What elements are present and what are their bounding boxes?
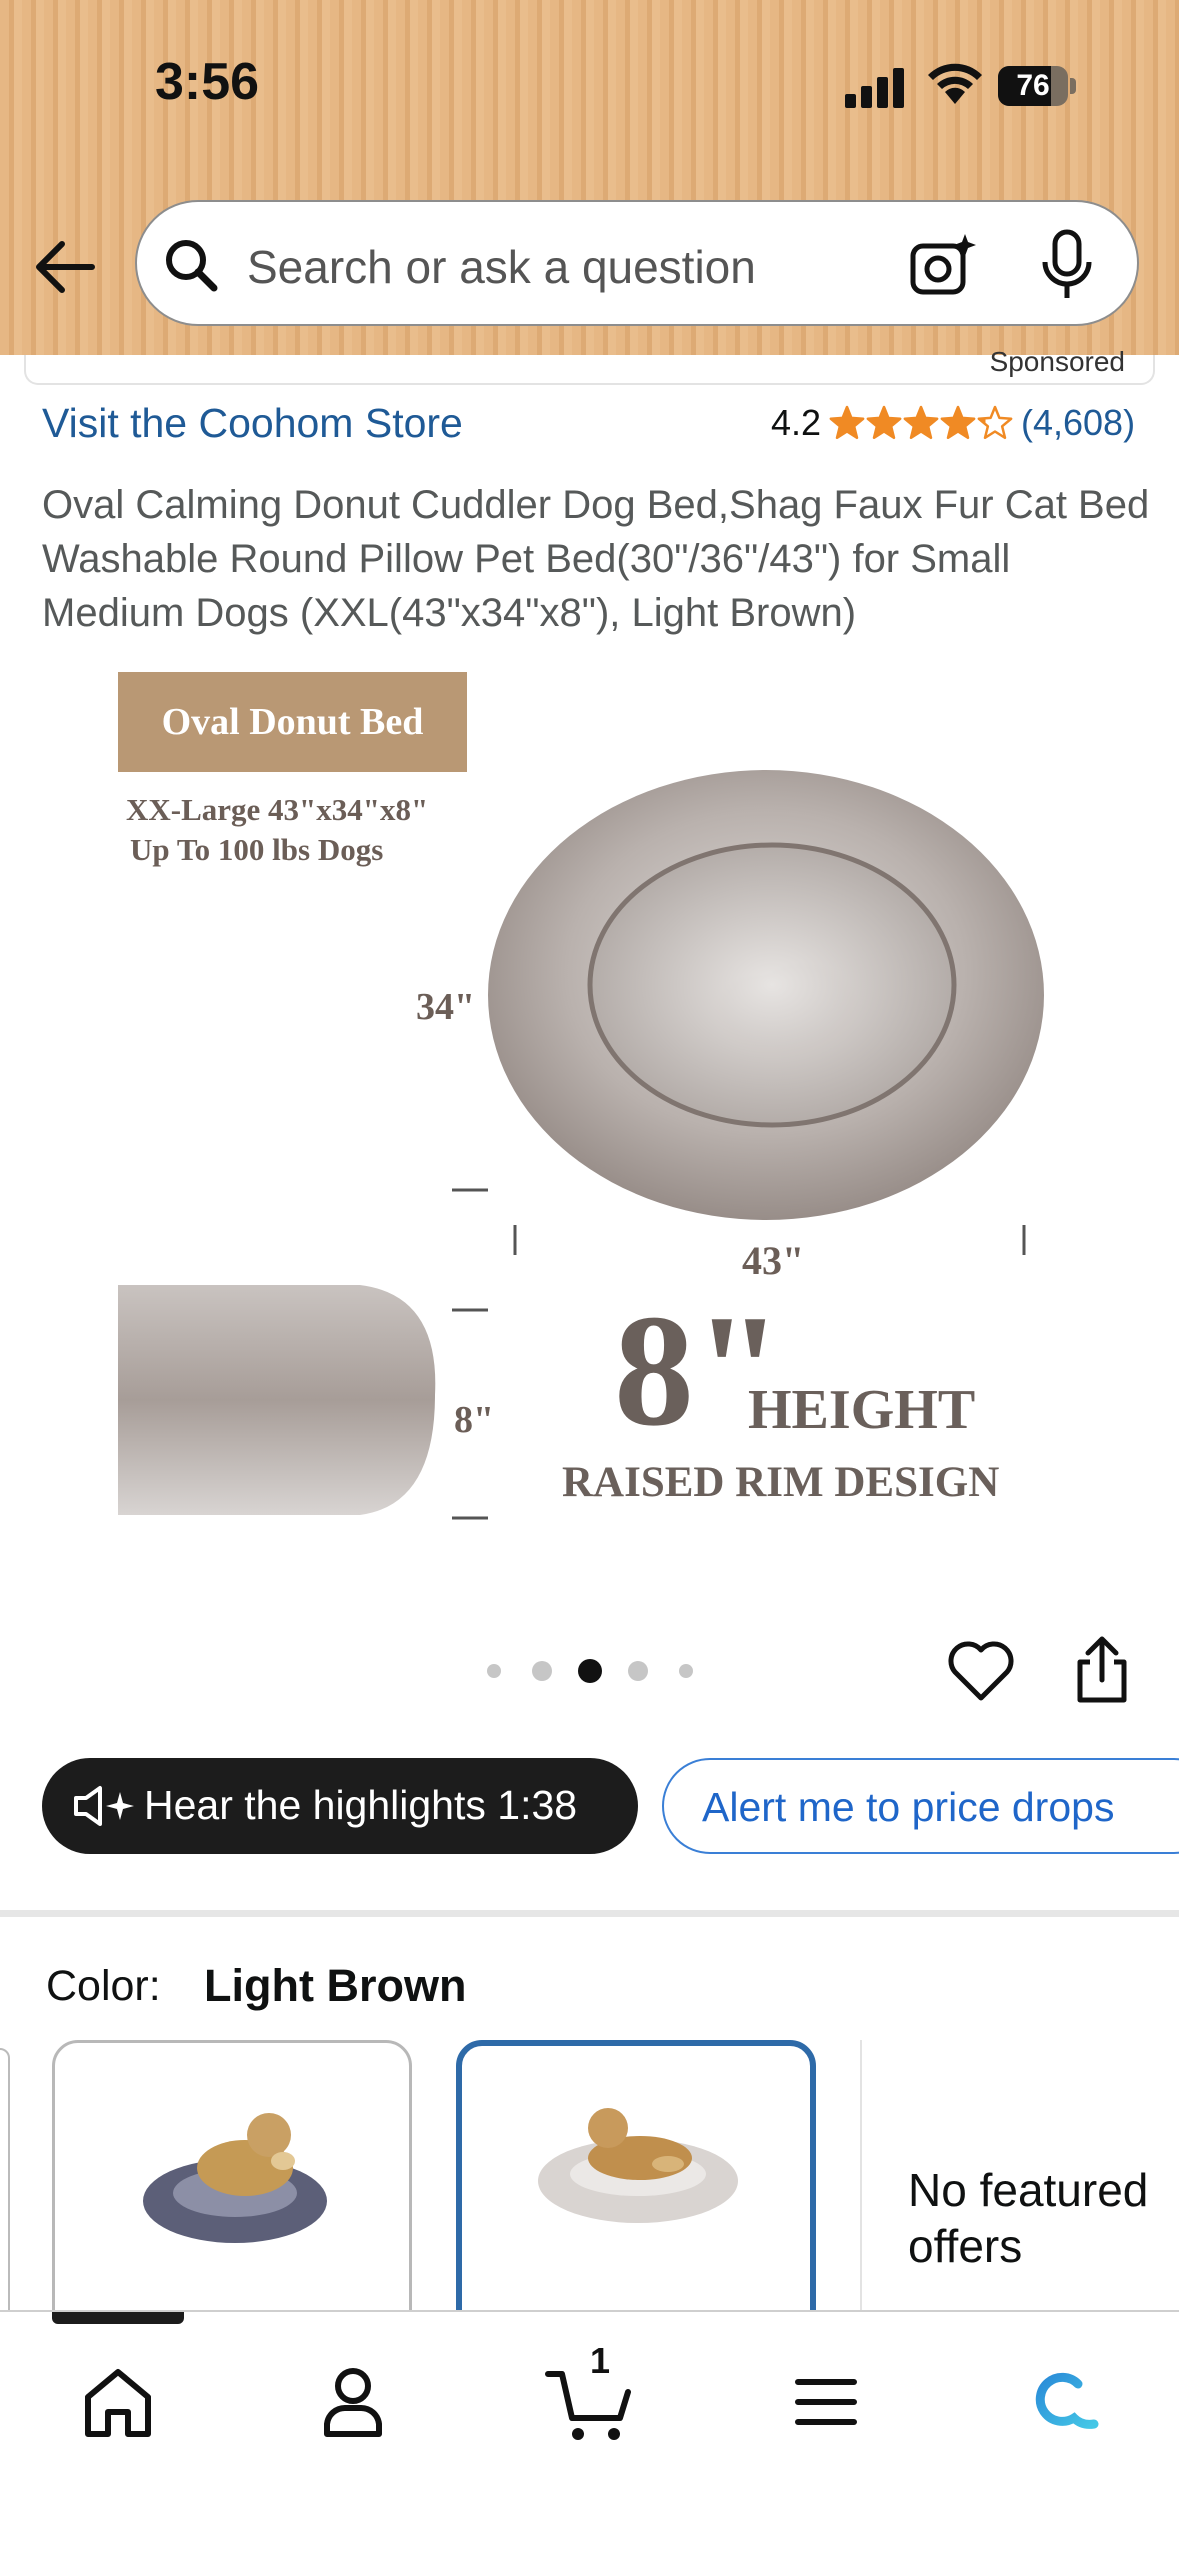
menu-tab[interactable] [776, 2352, 876, 2452]
cellular-signal-icon [845, 66, 905, 108]
swatch-partial[interactable] [0, 2048, 10, 2332]
price-alert-label: Alert me to price drops [702, 1784, 1115, 1830]
carousel-dot[interactable] [628, 1661, 648, 1681]
rating-value: 4.2 [771, 402, 822, 443]
color-swatch-light-brown[interactable] [456, 2040, 816, 2340]
price-alert-button[interactable]: Alert me to price drops [662, 1758, 1179, 1854]
dimension-height: 8" [454, 1399, 495, 1441]
tab-active-indicator [52, 2312, 184, 2324]
heart-icon[interactable] [946, 1638, 1016, 1704]
battery-icon: 76 [998, 66, 1076, 106]
carousel-dot[interactable] [487, 1664, 501, 1678]
color-swatch-grey[interactable] [52, 2040, 412, 2340]
account-tab[interactable] [303, 2352, 403, 2452]
size-spec: XX-Large 43"x34"x8" [126, 792, 429, 827]
star-icon [903, 405, 939, 440]
home-tab[interactable] [68, 2352, 168, 2452]
dimension-width: 34" [416, 986, 476, 1028]
color-value: Light Brown [204, 1960, 467, 2011]
home-icon [85, 2369, 151, 2437]
star-icon [940, 405, 976, 440]
star-icon [829, 405, 865, 440]
section-divider [0, 1910, 1179, 1917]
star-icon [866, 405, 902, 440]
cart-count: 1 [590, 2340, 611, 2381]
header: 3:56 76 Search or ask a question [0, 0, 1179, 355]
height-word: HEIGHT [748, 1379, 976, 1441]
bed-type-tag: Oval Donut Bed [118, 672, 467, 772]
previous-sponsored-card[interactable]: Sponsored [24, 346, 1155, 385]
search-input[interactable]: Search or ask a question [247, 240, 756, 294]
battery-level: 76 [1016, 69, 1050, 102]
star-rating[interactable] [829, 403, 1015, 443]
rufus-tab[interactable] [1012, 2352, 1112, 2452]
hear-highlights-button[interactable]: Hear the highlights 1:38 [42, 1758, 638, 1854]
sponsored-label: Sponsored [989, 346, 1125, 377]
menu-icon [795, 2379, 857, 2425]
wifi-icon [928, 63, 982, 104]
carousel-dot[interactable] [578, 1659, 602, 1683]
weight-spec: Up To 100 lbs Dogs [130, 832, 384, 867]
rufus-icon [1035, 2372, 1099, 2429]
carousel-dot[interactable] [532, 1661, 552, 1681]
hear-highlights-label: Hear the highlights 1:38 [144, 1782, 578, 1828]
carousel-dots[interactable] [480, 1658, 700, 1684]
product-title: Oval Calming Donut Cuddler Dog Bed,Shag … [42, 483, 1150, 635]
search-icon [166, 240, 218, 292]
carousel-dot[interactable] [679, 1664, 693, 1678]
color-label: Color: [46, 1962, 161, 2010]
dimension-length: 43" [742, 1238, 805, 1283]
account-icon [324, 2368, 382, 2437]
store-link[interactable]: Visit the Coohom Store [42, 400, 463, 447]
speaker-sparkle-icon [74, 1786, 134, 1826]
swatch-image [538, 2108, 738, 2223]
search-bar[interactable]: Search or ask a question [135, 200, 1139, 326]
rating-count-link[interactable]: (4,608) [1021, 402, 1135, 444]
swatch-image [143, 2113, 327, 2243]
status-time: 3:56 [155, 53, 260, 111]
camera-search-icon[interactable] [907, 230, 977, 300]
swatch-separator [860, 2040, 862, 2330]
star-icon [977, 405, 1013, 440]
microphone-icon[interactable] [1037, 228, 1097, 302]
back-arrow-icon[interactable] [30, 232, 100, 302]
no-offers-text: No featured offers [908, 2164, 1149, 2272]
share-icon[interactable] [1070, 1636, 1134, 1706]
rim-design-text: RAISED RIM DESIGN [562, 1459, 1000, 1506]
